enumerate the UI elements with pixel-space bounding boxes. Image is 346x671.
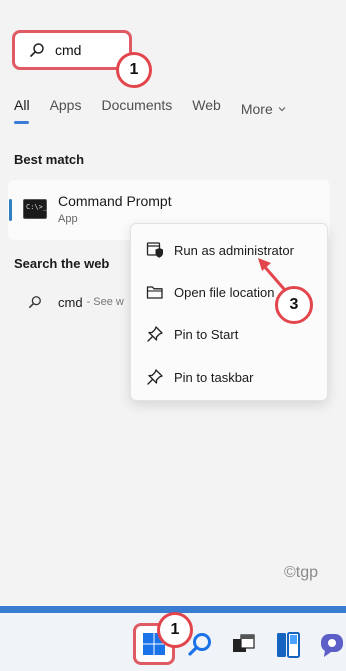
web-see-more-text: - See w <box>86 296 124 308</box>
search-filter-tabs: All Apps Documents Web More <box>14 97 307 121</box>
selection-accent <box>9 199 12 221</box>
command-prompt-icon: C:\>_ <box>23 199 47 219</box>
watermark: ©tgp <box>284 564 319 581</box>
best-match-heading: Best match <box>14 152 85 167</box>
search-query-text: cmd <box>55 42 82 58</box>
pin-icon <box>147 326 163 342</box>
shield-icon <box>146 242 163 258</box>
search-input[interactable]: cmd <box>12 30 132 70</box>
menu-item-run-as-admin[interactable]: Run as administrator <box>131 233 327 267</box>
tab-web[interactable]: Web <box>192 97 221 121</box>
tab-apps[interactable]: Apps <box>50 97 82 121</box>
search-web-heading: Search the web <box>14 256 110 271</box>
step-callout-menu: 3 <box>275 286 313 324</box>
result-app-name: Command Prompt <box>58 193 172 209</box>
chevron-down-icon <box>278 107 286 112</box>
search-icon <box>30 43 44 57</box>
menu-item-label: Run as administrator <box>174 242 294 258</box>
step-callout-search: 1 <box>116 52 152 88</box>
active-tab-indicator <box>14 121 29 124</box>
tab-more[interactable]: More <box>241 97 287 121</box>
tab-more-label: More <box>240 101 273 117</box>
widgets-icon[interactable] <box>276 632 300 658</box>
menu-item-label: Pin to Start <box>174 326 239 342</box>
search-icon <box>29 296 41 308</box>
tab-documents[interactable]: Documents <box>101 97 172 121</box>
pin-icon <box>147 369 163 385</box>
task-view-icon[interactable] <box>232 634 256 656</box>
menu-item-pin-to-taskbar[interactable]: Pin to taskbar <box>131 360 327 394</box>
web-query-text: cmd <box>58 294 83 310</box>
tab-all[interactable]: All <box>14 97 30 121</box>
menu-item-label: Pin to taskbar <box>174 369 254 385</box>
menu-item-label: Open file location <box>174 284 275 300</box>
teams-chat-icon[interactable] <box>320 632 346 658</box>
web-search-result[interactable]: cmd - See w <box>28 292 124 312</box>
folder-icon <box>146 286 163 299</box>
search-icon[interactable] <box>186 631 214 659</box>
result-app-type: App <box>58 213 78 225</box>
start-search-panel: cmd 1 All Apps Documents Web More Best m… <box>0 0 346 606</box>
